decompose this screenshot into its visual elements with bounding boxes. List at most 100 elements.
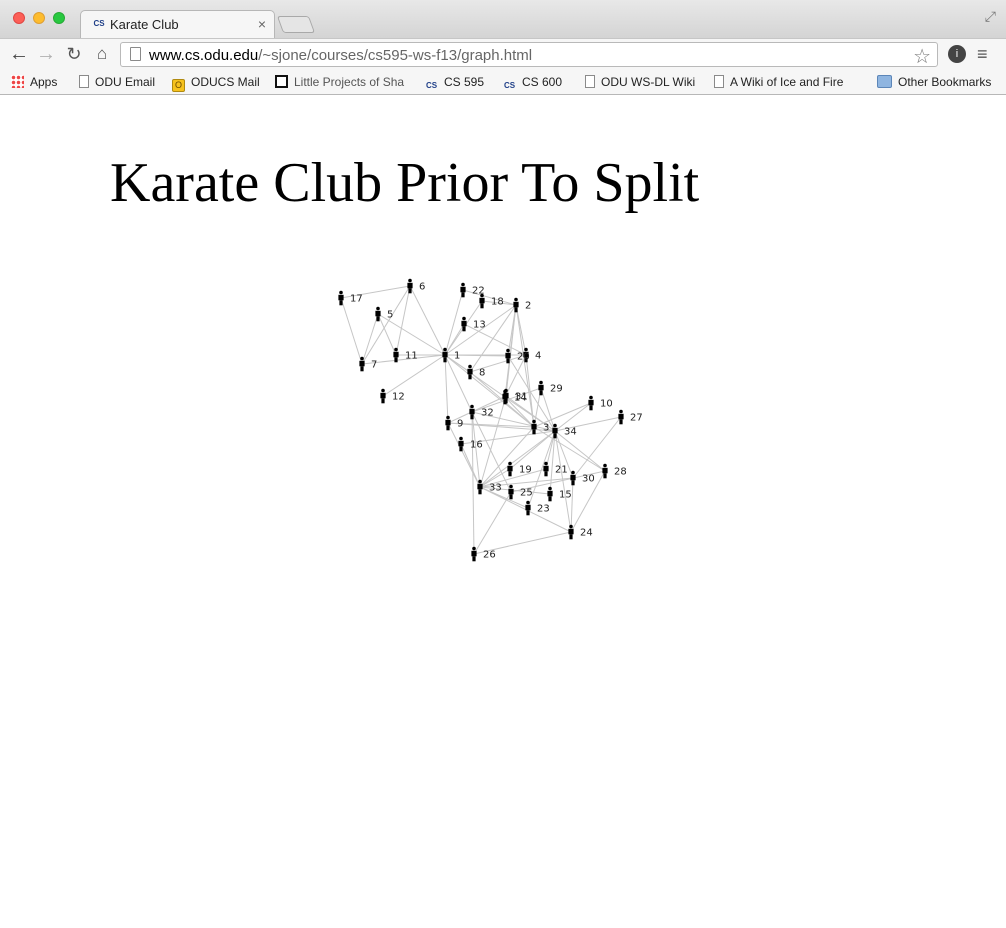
cs-logo-icon: CS	[425, 81, 438, 90]
graph-edge-1-32	[444, 354, 473, 413]
bookmark-label: Other Bookmarks	[898, 75, 992, 89]
url-text[interactable]: www.cs.odu.edu/~sjone/courses/cs595-ws-f…	[149, 47, 532, 64]
graph-node-27[interactable]: 27	[618, 409, 643, 425]
bookmark-label: ODUCS Mail	[191, 75, 260, 89]
bookmark-little-projects[interactable]: Little Projects of Sha	[275, 73, 404, 91]
graph-node-label: 24	[580, 528, 593, 539]
graph-node-11[interactable]: 11	[393, 347, 418, 363]
back-button[interactable]: ←	[8, 43, 30, 65]
graph-edge-6-7	[361, 285, 411, 365]
person-icon	[445, 415, 451, 431]
bookmark-odu-email[interactable]: ODU Email	[79, 73, 155, 91]
graph-edge-7-17	[340, 297, 363, 365]
graph-node-5[interactable]: 5	[375, 306, 393, 322]
graph-node-2[interactable]: 2	[513, 297, 531, 313]
graph-edge-5-7	[361, 313, 379, 365]
graph-node-label: 34	[564, 427, 577, 438]
graph-node-10[interactable]: 10	[588, 395, 613, 411]
graph-node-label: 30	[582, 474, 595, 485]
graph-node-29[interactable]: 29	[538, 380, 563, 396]
graph-node-7[interactable]: 7	[359, 356, 377, 372]
bookmarks-bar: Apps ODU Email O ODUCS Mail Little Projec…	[0, 70, 1006, 95]
graph-node-label: 19	[519, 465, 532, 476]
graph-node-label: 29	[550, 384, 563, 395]
person-icon	[380, 388, 386, 404]
graph-node-16[interactable]: 16	[458, 436, 483, 452]
address-bar[interactable]: www.cs.odu.edu/~sjone/courses/cs595-ws-f…	[120, 42, 938, 69]
minimize-window-button[interactable]	[33, 12, 45, 24]
graph-edge-2-22	[462, 289, 517, 306]
maximize-window-button[interactable]	[53, 12, 65, 24]
graph-edge-24-30	[570, 477, 574, 533]
graph-node-30[interactable]: 30	[570, 470, 595, 486]
graph-node-24[interactable]: 24	[568, 524, 593, 540]
bookmark-oducs-mail[interactable]: O ODUCS Mail	[172, 73, 260, 92]
graph-node-31[interactable]: 31	[503, 388, 528, 404]
forward-button[interactable]: →	[35, 43, 57, 65]
extension-icon[interactable]: i	[948, 45, 966, 63]
bookmark-label: ODU WS-DL Wiki	[601, 75, 696, 89]
home-button[interactable]: ⌂	[91, 43, 113, 65]
person-icon	[507, 461, 513, 477]
graph-node-15[interactable]: 15	[547, 486, 572, 502]
person-icon	[471, 546, 477, 562]
bookmark-wiki-ice-fire[interactable]: A Wiki of Ice and Fire	[714, 73, 843, 91]
box-icon	[275, 75, 288, 88]
cs-favicon-icon: CS	[93, 19, 105, 28]
person-icon	[547, 486, 553, 502]
graph-node-12[interactable]: 12	[380, 388, 405, 404]
graph-edge-26-32	[471, 411, 475, 555]
url-host: www.cs.odu.edu	[149, 47, 259, 64]
bookmark-cs600[interactable]: CS CS 600	[503, 73, 562, 91]
folder-icon	[877, 75, 892, 88]
graph-edge-25-26	[473, 491, 512, 555]
graph-node-17[interactable]: 17	[338, 290, 363, 306]
graph-node-21[interactable]: 21	[543, 461, 568, 477]
graph-node-13[interactable]: 13	[461, 316, 486, 332]
new-tab-button[interactable]	[276, 16, 316, 33]
graph-node-label: 21	[555, 465, 568, 476]
bookmark-apps[interactable]: Apps	[11, 73, 57, 91]
bookmark-odu-wsdl-wiki[interactable]: ODU WS-DL Wiki	[585, 73, 695, 91]
graph-node-label: 33	[489, 483, 502, 494]
page-icon	[79, 75, 89, 88]
graph-node-label: 32	[481, 408, 494, 419]
graph-node-label: 2	[525, 301, 531, 312]
bookmark-star-icon[interactable]: ☆	[913, 44, 931, 69]
reload-button[interactable]: ↻	[63, 43, 85, 65]
browser-toolbar: ← → ↻ ⌂ www.cs.odu.edu/~sjone/courses/cs…	[0, 38, 1006, 71]
graph-node-3[interactable]: 3	[531, 419, 549, 435]
bookmark-other[interactable]: Other Bookmarks	[877, 73, 991, 91]
graph-node-34[interactable]: 34	[552, 423, 577, 439]
graph-node-label: 22	[472, 286, 485, 297]
graph-node-20[interactable]: 20	[505, 348, 530, 364]
tab-karate-club[interactable]: CS Karate Club ×	[80, 10, 275, 38]
tab-close-icon[interactable]: ×	[258, 16, 266, 32]
graph-node-6[interactable]: 6	[407, 278, 425, 294]
graph-node-label: 23	[537, 504, 550, 515]
bookmark-label: CS 595	[444, 75, 485, 89]
graph-node-28[interactable]: 28	[602, 463, 627, 479]
graph-node-19[interactable]: 19	[507, 461, 532, 477]
graph-node-22[interactable]: 22	[460, 282, 485, 298]
bookmark-cs595[interactable]: CS CS 595	[425, 73, 484, 91]
chrome-menu-icon[interactable]: ≡	[977, 44, 988, 65]
person-icon	[602, 463, 608, 479]
graph-node-32[interactable]: 32	[469, 404, 494, 420]
fullscreen-icon[interactable]: ⤢	[985, 8, 996, 25]
graph-nodes: 1234567891011121314151617 181920212223242…	[338, 278, 643, 562]
graph-node-label: 13	[473, 320, 486, 331]
graph-node-26[interactable]: 26	[471, 546, 496, 562]
graph-node-25[interactable]: 25	[508, 484, 533, 500]
graph-node-label: 25	[520, 488, 533, 499]
graph-node-33[interactable]: 33	[477, 479, 502, 495]
graph-node-label: 27	[630, 413, 643, 424]
graph-node-label: 20	[517, 352, 530, 363]
browser-window: CS Karate Club × ⤢ ← → ↻ ⌂ www.cs.odu.ed…	[0, 0, 1006, 928]
graph-node-label: 16	[470, 440, 483, 451]
close-window-button[interactable]	[13, 12, 25, 24]
person-icon	[543, 461, 549, 477]
graph-node-23[interactable]: 23	[525, 500, 550, 516]
tab-title: Karate Club	[110, 17, 179, 32]
graph-edge-6-11	[395, 285, 411, 356]
